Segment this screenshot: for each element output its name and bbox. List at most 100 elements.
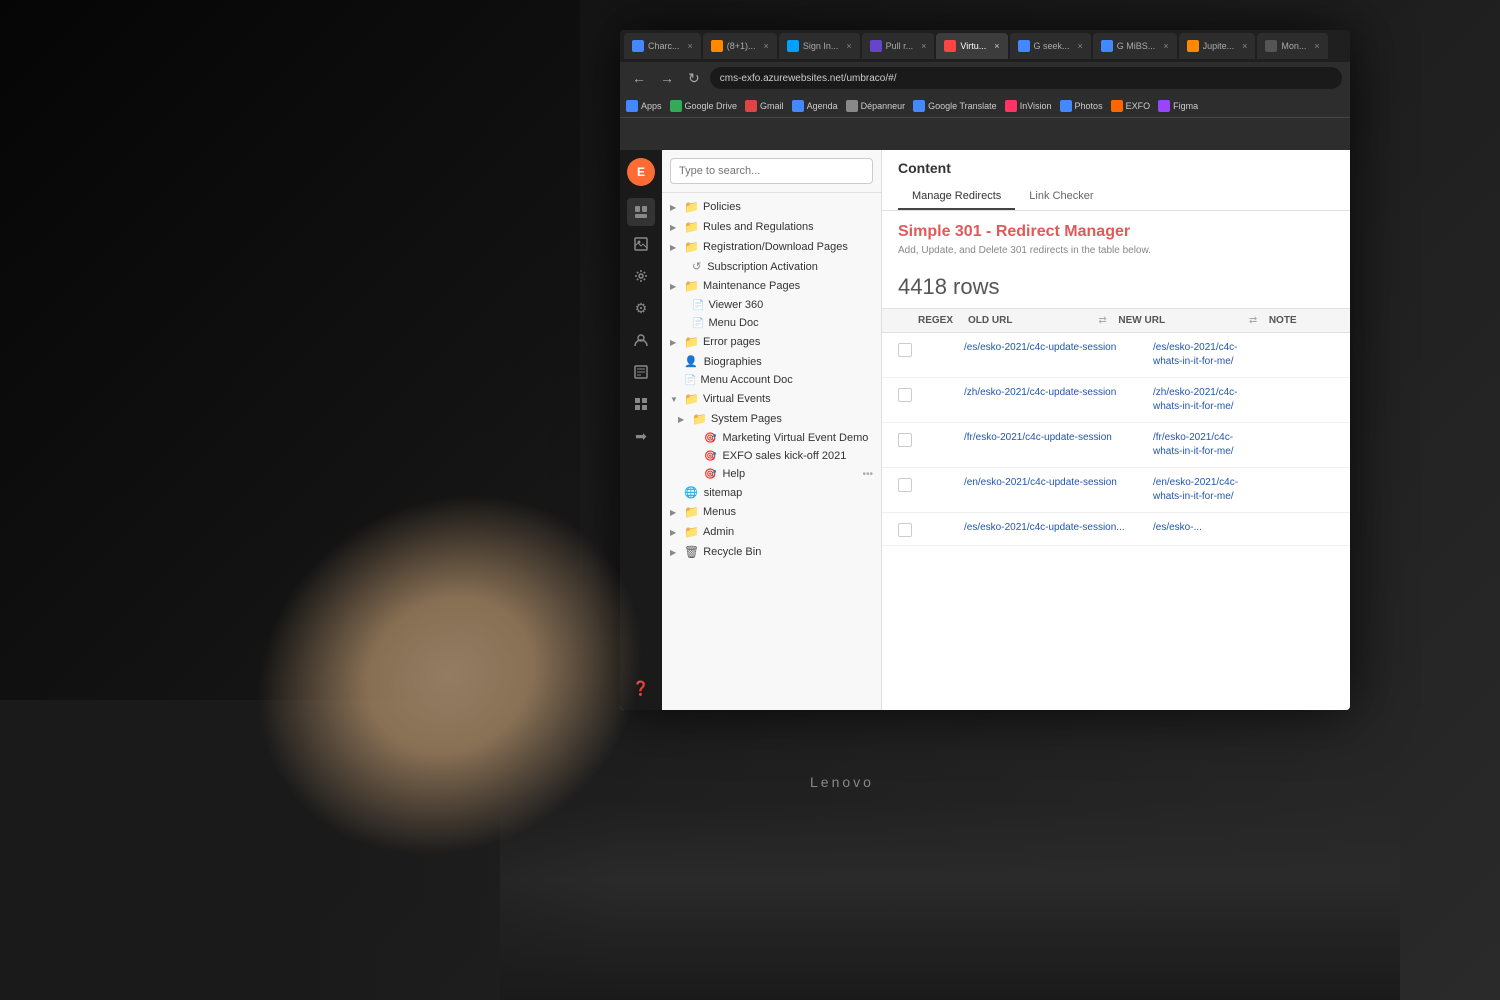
- tab-5-active[interactable]: Virtu... ×: [936, 33, 1007, 59]
- folder-icon-errorpages: 📁: [684, 335, 699, 349]
- tree-error-pages[interactable]: ▶ 📁 Error pages: [662, 332, 881, 352]
- tree-item-sitemap[interactable]: ▶ 🌐 sitemap: [662, 483, 881, 502]
- tab-link-checker[interactable]: Link Checker: [1015, 184, 1107, 210]
- th-old-url: OLD URL: [968, 315, 1098, 326]
- bookmark-apps[interactable]: Apps: [626, 100, 662, 112]
- tab-1[interactable]: Charc... ×: [624, 33, 701, 59]
- rows-count: 4418 rows: [882, 266, 1350, 308]
- tree-panel: ▶ 📁 Policies ▶ 📁 Rules and Regulations ▶…: [662, 150, 882, 710]
- url-text: cms-exfo.azurewebsites.net/umbraco/#/: [720, 73, 897, 84]
- th-regex: REGEX: [918, 315, 968, 326]
- tree-item-biographies[interactable]: ▶ 👤 Biographies: [662, 352, 881, 371]
- tree-item-menudoc[interactable]: ▶ 📄 Menu Doc: [662, 314, 881, 332]
- bookmark-googledrive[interactable]: Google Drive: [670, 100, 738, 112]
- tree-item-rules[interactable]: ▶ 📁 Rules and Regulations: [662, 217, 881, 237]
- tree-label-subscription: Subscription Activation: [707, 261, 873, 273]
- row-checkbox-5[interactable]: [898, 523, 912, 537]
- bookmark-invision[interactable]: InVision: [1005, 100, 1052, 112]
- table-header: REGEX OLD URL ⇄ NEW URL ⇄ NOTE: [882, 308, 1350, 333]
- tree-arrow-registration: ▶: [670, 243, 680, 252]
- tab-7[interactable]: G MiBS... ×: [1093, 33, 1177, 59]
- th-new-url: NEW URL: [1118, 315, 1248, 326]
- tree-arrow-policies: ▶: [670, 203, 680, 212]
- tree-item-menuaccountdoc[interactable]: ▶ 📄 Menu Account Doc: [662, 371, 881, 389]
- tree-label-systempages: System Pages: [711, 413, 873, 425]
- bookmark-photos[interactable]: Photos: [1060, 100, 1103, 112]
- row-new-url-1: /es/esko-2021/c4c-whats-in-it-for-me/: [1153, 341, 1334, 369]
- tab-manage-redirects[interactable]: Manage Redirects: [898, 184, 1015, 210]
- tree-item-viewer360[interactable]: ▶ 📄 Viewer 360: [662, 296, 881, 314]
- row-new-url-5: /es/esko-...: [1153, 521, 1334, 535]
- tree-arrow-exfosales: ▶: [690, 452, 700, 461]
- tree-item-menus[interactable]: ▶ 📁 Menus: [662, 502, 881, 522]
- tree-item-maintenance[interactable]: ▶ 📁 Maintenance Pages: [662, 276, 881, 296]
- reload-button[interactable]: ↻: [684, 68, 704, 89]
- tab-9[interactable]: Mon... ×: [1257, 33, 1327, 59]
- folder-icon-policies: 📁: [684, 200, 699, 214]
- special-icon-marketing: 🎯: [704, 433, 716, 444]
- tree-item-systempages[interactable]: ▶ 📁 System Pages: [662, 409, 881, 429]
- file-icon-viewer360: 📄: [692, 300, 704, 311]
- tree-item-dots[interactable]: •••: [862, 469, 873, 480]
- tab-bar: Charc... × (8+1)... × Sign In... × Pull …: [620, 30, 1350, 62]
- row-checkbox-2[interactable]: [898, 388, 912, 402]
- tree-item-policies[interactable]: ▶ 📁 Policies: [662, 197, 881, 217]
- tree-item-admin[interactable]: ▶ 📁 Admin: [662, 522, 881, 542]
- special-icon-exfosales: 🎯: [704, 451, 716, 462]
- bookmark-exfo[interactable]: EXFO: [1111, 100, 1151, 112]
- bookmark-depanneur[interactable]: Dépanneur: [846, 100, 906, 112]
- tab-3[interactable]: Sign In... ×: [779, 33, 860, 59]
- tree-item-subscription[interactable]: ▶ ↺ Subscription Activation: [662, 257, 881, 276]
- url-bar[interactable]: cms-exfo.azurewebsites.net/umbraco/#/: [710, 67, 1342, 89]
- bookmark-figma[interactable]: Figma: [1158, 100, 1198, 112]
- tree-item-registration[interactable]: ▶ 📁 Registration/Download Pages: [662, 237, 881, 257]
- tree-label-rules: Rules and Regulations: [703, 221, 873, 233]
- rail-content-icon[interactable]: [627, 198, 655, 226]
- tree-label-errorpages: Error pages: [703, 336, 873, 348]
- forward-button[interactable]: →: [656, 68, 678, 88]
- tree-label-marketing: Marketing Virtual Event Demo: [722, 432, 873, 444]
- redirect-manager-title: Simple 301 - Redirect Manager: [882, 211, 1350, 245]
- tree-arrow-maintenance: ▶: [670, 282, 680, 291]
- tree-item-help[interactable]: ▶ 🎯 Help •••: [662, 465, 881, 483]
- back-button[interactable]: ←: [628, 68, 650, 88]
- tree-label-registration: Registration/Download Pages: [703, 241, 873, 253]
- tree-item-exfo-sales[interactable]: ▶ 🎯 EXFO sales kick-off 2021: [662, 447, 881, 465]
- tree-label-recyclebin: Recycle Bin: [703, 546, 873, 558]
- bookmark-translate[interactable]: Google Translate: [913, 100, 997, 112]
- rail-grid-icon[interactable]: [627, 390, 655, 418]
- table-row: /zh/esko-2021/c4c-update-session /zh/esk…: [882, 378, 1350, 423]
- content-title: Content: [898, 160, 1334, 176]
- bookmark-agenda[interactable]: Agenda: [792, 100, 838, 112]
- rail-settings-icon[interactable]: [627, 262, 655, 290]
- row-new-url-3: /fr/esko-2021/c4c-whats-in-it-for-me/: [1153, 431, 1334, 459]
- folder-icon-maintenance: 📁: [684, 279, 699, 293]
- tab-4[interactable]: Pull r... ×: [862, 33, 935, 59]
- table-body: /es/esko-2021/c4c-update-session /es/esk…: [882, 333, 1350, 710]
- folder-icon-rules: 📁: [684, 220, 699, 234]
- row-old-url-2: /zh/esko-2021/c4c-update-session: [964, 386, 1145, 400]
- tree-item-recyclebin[interactable]: ▶ 🗑 Recycle Bin: [662, 542, 881, 562]
- row-checkbox-1[interactable]: [898, 343, 912, 357]
- tab-6[interactable]: G seek... ×: [1010, 33, 1091, 59]
- tree-item-marketing-virtual[interactable]: ▶ 🎯 Marketing Virtual Event Demo: [662, 429, 881, 447]
- tree-label-virtualevents: Virtual Events: [703, 393, 873, 405]
- row-checkbox-4[interactable]: [898, 478, 912, 492]
- tab-2[interactable]: (8+1)... ×: [703, 33, 777, 59]
- tab-8[interactable]: Jupite... ×: [1179, 33, 1256, 59]
- rail-gear-icon[interactable]: ⚙: [627, 294, 655, 322]
- tree-arrow-menus: ▶: [670, 508, 680, 517]
- rail-media-icon[interactable]: [627, 230, 655, 258]
- row-checkbox-3[interactable]: [898, 433, 912, 447]
- bookmark-gmail[interactable]: Gmail: [745, 100, 784, 112]
- search-input[interactable]: [670, 158, 873, 184]
- tree-arrow-rules: ▶: [670, 223, 680, 232]
- file-icon-menuaccount: 📄: [684, 375, 696, 386]
- tree-arrow-biographies: ▶: [670, 357, 680, 366]
- rail-deploy-icon[interactable]: ➡: [627, 422, 655, 450]
- trash-icon-recyclebin: 🗑: [684, 545, 699, 559]
- tree-item-virtualevents[interactable]: ▼ 📁 Virtual Events: [662, 389, 881, 409]
- folder-icon-admin: 📁: [684, 525, 699, 539]
- rail-user-icon[interactable]: [627, 326, 655, 354]
- rail-forms-icon[interactable]: [627, 358, 655, 386]
